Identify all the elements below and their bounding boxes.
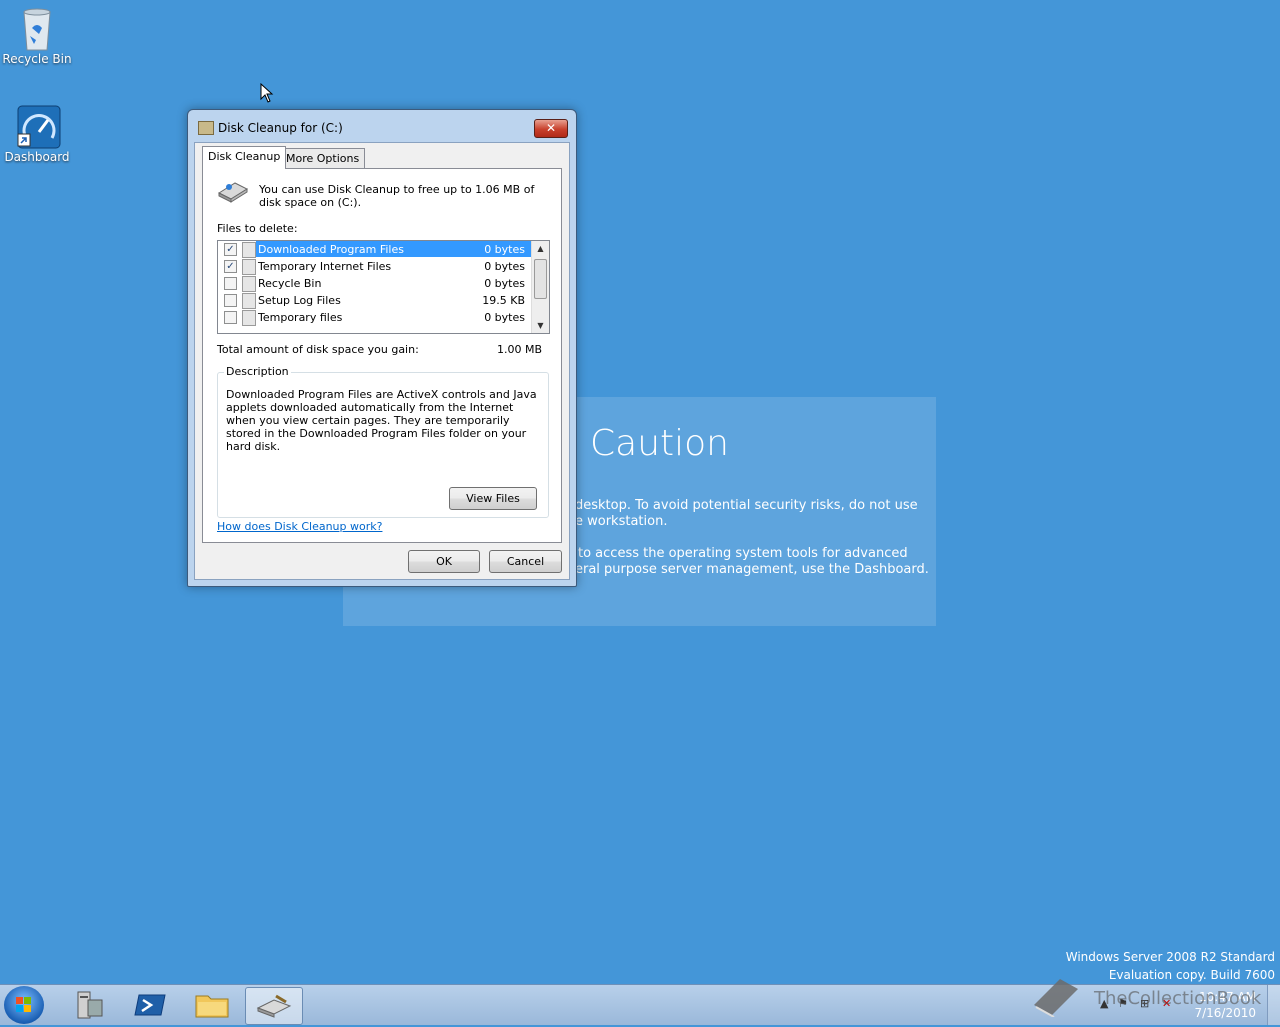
taskbar-explorer[interactable]: [184, 987, 240, 1023]
list-scrollbar[interactable]: ▲ ▼: [531, 241, 549, 333]
taskbar-disk-cleanup[interactable]: [245, 987, 303, 1025]
disk-drive-icon: [217, 179, 249, 203]
desktop-icon-recycle-bin[interactable]: Recycle Bin: [0, 6, 74, 66]
watermark-edition: Windows Server 2008 R2 Standard: [1065, 950, 1275, 964]
show-desktop-button[interactable]: [1267, 985, 1280, 1025]
list-item[interactable]: Setup Log Files 19.5 KB: [218, 292, 531, 309]
caution-title: Caution: [590, 423, 729, 464]
caution-text-line: to access the operating system tools for…: [578, 546, 908, 561]
file-icon: [242, 242, 256, 258]
checkbox-unchecked[interactable]: [224, 294, 237, 307]
tab-more-options[interactable]: More Options: [280, 148, 366, 168]
list-item[interactable]: Recycle Bin 0 bytes: [218, 275, 531, 292]
files-listbox[interactable]: ✓ Downloaded Program Files 0 bytes ✓ Tem…: [217, 240, 550, 334]
total-label: Total amount of disk space you gain:: [217, 343, 419, 356]
file-size: 19.5 KB: [482, 294, 525, 307]
watermark-build: Evaluation copy. Build 7600: [1108, 968, 1275, 982]
taskbar: ▲ ⚑ ⊞ ✕ 10:47 AM 7/16/2010: [0, 984, 1280, 1025]
desktop-icon-label: Dashboard: [4, 150, 70, 164]
list-item[interactable]: ✓ Temporary Internet Files 0 bytes: [218, 258, 531, 275]
taskbar-powershell[interactable]: [123, 987, 179, 1023]
recycle-bin-small-icon: [242, 276, 256, 292]
file-size: 0 bytes: [484, 277, 525, 290]
taskbar-server-manager[interactable]: [62, 987, 118, 1023]
disk-cleanup-icon: [256, 994, 292, 1018]
ok-button[interactable]: OK: [408, 550, 480, 573]
windows-logo-icon: [16, 997, 31, 1012]
tab-disk-cleanup[interactable]: Disk Cleanup: [202, 146, 287, 169]
file-name: Downloaded Program Files: [258, 243, 404, 256]
overlay-watermark-text: TheCollectionBook: [1094, 988, 1262, 1009]
powershell-icon: [134, 994, 166, 1016]
description-group: Description Downloaded Program Files are…: [217, 365, 549, 518]
file-icon: [242, 310, 256, 326]
checkbox-checked[interactable]: ✓: [224, 260, 237, 273]
dialog-client: Disk Cleanup More Options You can use Di…: [194, 142, 570, 580]
recycle-bin-icon: [16, 6, 58, 51]
caution-text-line: eral purpose server management, use the …: [575, 562, 929, 577]
intro-text: You can use Disk Cleanup to free up to 1…: [259, 183, 535, 209]
disk-cleanup-dialog: Disk Cleanup for (C:) ✕ Disk Cleanup Mor…: [187, 109, 577, 587]
file-name: Temporary files: [258, 311, 343, 324]
scroll-down-arrow-icon[interactable]: ▼: [532, 318, 549, 333]
desktop-icon-dashboard[interactable]: Dashboard: [0, 104, 74, 164]
checkbox-checked[interactable]: ✓: [224, 243, 237, 256]
list-item[interactable]: Temporary files 0 bytes: [218, 309, 531, 326]
checkbox-unchecked[interactable]: [224, 311, 237, 324]
dialog-title: Disk Cleanup for (C:): [218, 121, 343, 135]
file-name: Setup Log Files: [258, 294, 341, 307]
mouse-cursor-icon: [260, 82, 274, 103]
file-icon: [242, 293, 256, 309]
scroll-up-arrow-icon[interactable]: ▲: [532, 241, 549, 256]
total-value: 1.00 MB: [496, 343, 542, 356]
desktop-icon-label: Recycle Bin: [2, 52, 72, 66]
caution-text-line: e workstation.: [575, 514, 668, 529]
server-manager-icon: [77, 991, 103, 1019]
dashboard-icon: [16, 104, 61, 149]
close-button[interactable]: ✕: [534, 119, 568, 138]
description-text: Downloaded Program Files are ActiveX con…: [226, 388, 537, 453]
tab-panel: You can use Disk Cleanup to free up to 1…: [202, 168, 562, 543]
explorer-folder-icon: [195, 995, 229, 1018]
start-button[interactable]: [4, 986, 44, 1024]
file-size: 0 bytes: [484, 243, 525, 256]
file-name: Temporary Internet Files: [258, 260, 392, 273]
dialog-titlebar[interactable]: Disk Cleanup for (C:) ✕: [188, 110, 576, 140]
disk-cleanup-title-icon: [198, 121, 214, 135]
list-item[interactable]: ✓ Downloaded Program Files 0 bytes: [218, 241, 531, 258]
view-files-button[interactable]: View Files: [449, 487, 537, 510]
file-name: Recycle Bin: [258, 277, 322, 290]
checkbox-unchecked[interactable]: [224, 277, 237, 290]
description-title: Description: [224, 365, 291, 378]
scroll-thumb[interactable]: [534, 259, 547, 299]
files-to-delete-label: Files to delete:: [217, 222, 298, 235]
file-icon: [242, 259, 256, 275]
help-link[interactable]: How does Disk Cleanup work?: [217, 520, 382, 533]
file-size: 0 bytes: [484, 260, 525, 273]
book-logo-icon: [1030, 975, 1082, 1018]
cancel-button[interactable]: Cancel: [489, 550, 562, 573]
file-size: 0 bytes: [484, 311, 525, 324]
caution-text-line: desktop. To avoid potential security ris…: [575, 498, 918, 513]
